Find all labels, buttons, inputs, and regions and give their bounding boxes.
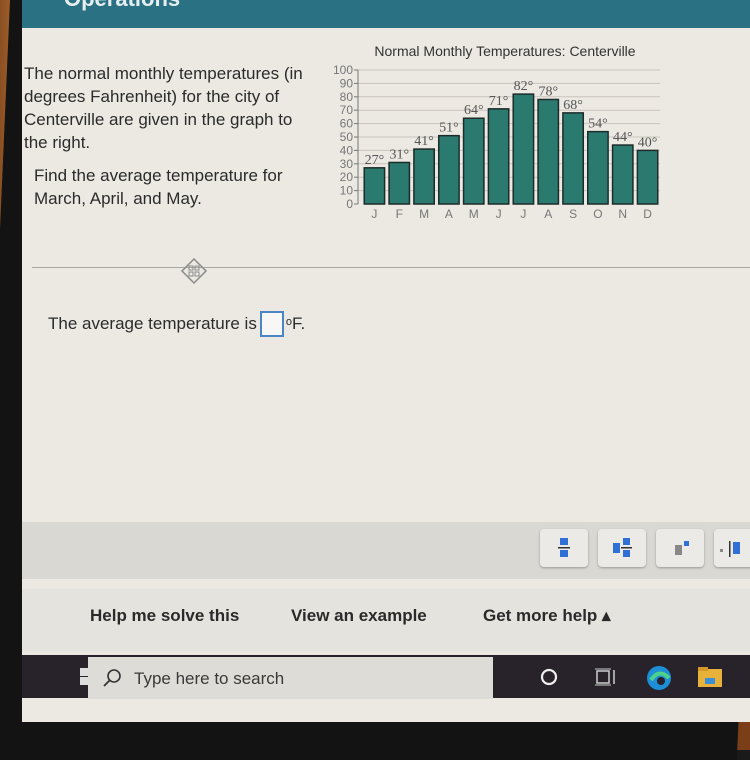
search-icon [103,669,121,687]
get-more-help-link[interactable]: Get more help ▴ [483,606,611,626]
y-tick-label: 30 [340,157,354,171]
help-bar: Help me solve this View an example Get m… [22,589,750,651]
page-header: Operations [22,0,750,28]
y-tick-label: 60 [340,117,354,131]
data-label: 40° [638,135,658,150]
data-label: 27° [365,153,385,168]
data-label: 78° [538,84,558,99]
problem-intro: The normal monthly temperatures (in degr… [24,64,303,152]
y-tick-label: 70 [340,103,354,117]
windows-taskbar: Type here to search [22,655,750,699]
x-tick-label: F [396,207,403,221]
taskbar-search-box[interactable]: Type here to search [88,657,493,699]
data-label: 71° [489,94,509,109]
bar-9 [586,130,609,205]
task-view-icon[interactable] [594,666,616,688]
degree-symbol: o [285,316,292,328]
move-handle-icon[interactable] [180,257,208,285]
bar-10 [611,144,634,205]
x-tick-label: S [569,207,577,221]
bar-6 [512,93,535,205]
x-tick-label: J [371,207,377,221]
bar-5 [487,108,510,205]
bar-7 [537,98,560,205]
data-label: 44° [613,130,633,145]
x-tick-label: M [419,207,429,221]
bar-2 [413,148,436,205]
x-tick-label: A [544,207,552,221]
x-tick-label: A [445,207,453,221]
x-tick-label: J [520,207,526,221]
y-tick-label: 40 [340,143,354,157]
data-label: 41° [414,134,434,149]
bar-3 [437,134,460,205]
math-toolbar [22,522,750,579]
fraction-button[interactable] [540,529,588,567]
x-tick-label: J [496,207,502,221]
x-tick-label: M [469,207,479,221]
browser-page: Operations The normal monthly temperatur… [22,0,750,722]
x-tick-label: D [643,207,652,221]
problem-statement: The normal monthly temperatures (in degr… [24,62,314,210]
y-tick-label: 20 [340,170,354,184]
absolute-value-icon [720,541,740,557]
bar-4 [462,117,485,205]
x-tick-label: O [593,207,602,221]
temperature-bar-chart: Normal Monthly Temperatures: Centerville… [333,43,660,221]
data-label: 68° [563,98,583,113]
data-label: 31° [389,147,409,162]
data-label: 64° [464,103,484,118]
cortana-icon[interactable] [539,667,559,687]
bar-8 [562,112,585,205]
problem-task: Find the average temperature for March, … [34,166,283,208]
fraction-icon [558,538,570,557]
data-label: 54° [588,117,608,132]
y-tick-label: 90 [340,76,354,90]
edge-browser-icon[interactable] [645,664,673,692]
help-me-solve-link[interactable]: Help me solve this [90,606,239,626]
page-title: Operations [64,0,180,12]
y-tick-label: 50 [340,130,354,144]
exponent-button[interactable] [656,529,704,567]
answer-suffix: F. [291,314,306,333]
view-example-link[interactable]: View an example [291,606,427,626]
chart-title: Normal Monthly Temperatures: Centerville [374,43,635,59]
x-tick-label: N [618,207,627,221]
exponent-icon [675,541,689,555]
y-tick-label: 0 [346,197,353,211]
data-label: 82° [514,79,534,94]
section-divider [32,267,750,268]
y-tick-label: 10 [340,184,354,198]
y-tick-label: 80 [340,90,354,104]
bar-1 [388,161,411,205]
y-tick-label: 100 [333,63,353,77]
file-explorer-icon[interactable] [697,665,723,689]
bar-0 [363,167,386,205]
search-placeholder: Type here to search [134,669,285,688]
data-label: 51° [439,121,459,136]
answer-input[interactable] [259,311,284,337]
mixed-number-button[interactable] [598,529,646,567]
bar-11 [636,149,659,205]
answer-prefix: The average temperature is [48,314,257,333]
answer-row: The average temperature is o F. [48,311,305,337]
absolute-value-button[interactable] [714,529,750,567]
mixed-number-icon [613,538,632,557]
